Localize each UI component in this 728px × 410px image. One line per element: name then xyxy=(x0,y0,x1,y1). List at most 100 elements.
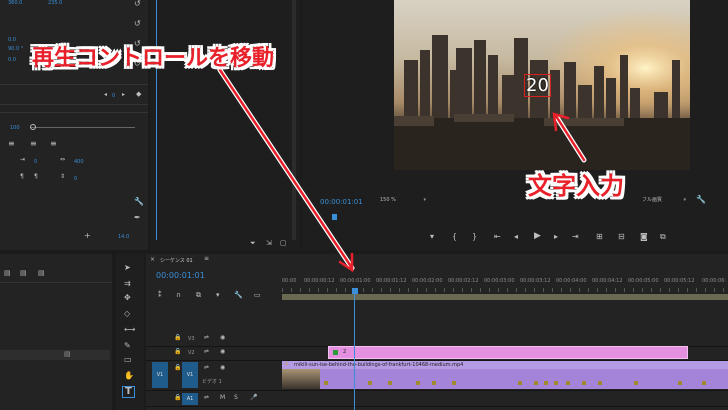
project-row-selected[interactable]: ▤ xyxy=(0,350,110,360)
align-center-icon[interactable]: ≡ xyxy=(30,140,37,148)
effect-timeline-scrollbar[interactable] xyxy=(292,0,296,240)
eye-icon[interactable]: ◉ xyxy=(220,349,225,355)
close-icon[interactable]: × xyxy=(150,257,155,263)
baseline-value[interactable]: 0 xyxy=(74,176,77,182)
align-right-icon[interactable]: ≡ xyxy=(50,140,57,148)
nav-prev-icon[interactable]: ◂ xyxy=(104,92,107,98)
eyedropper-icon[interactable]: ✒ xyxy=(134,214,141,222)
spacing-value[interactable]: 400 xyxy=(74,159,84,165)
track-select-icon[interactable]: ⇉ xyxy=(124,280,131,288)
ripple-edit-icon[interactable]: ✥ xyxy=(124,294,131,302)
reset-icon[interactable]: ↺ xyxy=(134,0,141,8)
mark-out-icon[interactable]: } xyxy=(472,233,477,241)
camera-icon[interactable]: ◙ xyxy=(640,233,648,241)
go-to-out-icon[interactable]: ⇥ xyxy=(572,233,579,241)
align-left-icon[interactable]: ≡ xyxy=(8,140,15,148)
baseline-icon[interactable]: ⇕ xyxy=(60,174,65,180)
zoom-select[interactable]: 150 % ▾ xyxy=(380,196,428,206)
anchor-value[interactable]: 0.0 xyxy=(8,57,16,63)
graphic-clip[interactable]: 2 xyxy=(328,346,688,359)
pen-tool-icon[interactable]: ✎ xyxy=(124,342,131,350)
step-back-icon[interactable]: ◂ xyxy=(514,233,518,241)
play-icon[interactable]: ▶ xyxy=(534,232,541,241)
ruler-label: 00:00:05:00 xyxy=(628,278,659,284)
nest-icon[interactable]: ⁑ xyxy=(158,292,162,299)
track-target-a1[interactable]: A1 xyxy=(182,393,198,405)
export-frame-icon[interactable]: ⇲ xyxy=(266,240,272,247)
monitor-scrubber-head[interactable] xyxy=(332,214,337,220)
rectangle-tool-icon[interactable]: ▭ xyxy=(124,356,132,364)
lock-icon[interactable]: 🔒 xyxy=(174,349,181,355)
opacity-slider[interactable] xyxy=(30,127,135,128)
frame-icon[interactable]: ▢ xyxy=(280,240,287,247)
menu-icon[interactable]: ≡ xyxy=(204,256,209,262)
caption-icon[interactable]: ▭ xyxy=(254,292,261,299)
wrench-icon[interactable]: 🔧 xyxy=(134,198,144,206)
playhead-handle[interactable] xyxy=(352,288,358,294)
sync-icon[interactable]: ⇌ xyxy=(204,335,209,341)
slider-value[interactable]: 100 xyxy=(10,125,20,131)
lock-icon[interactable]: 🔒 xyxy=(174,395,181,401)
snap-icon[interactable]: ∩ xyxy=(176,292,181,299)
paragraph-icon[interactable]: ¶ xyxy=(20,174,24,180)
type-tool-icon[interactable]: T xyxy=(122,386,135,398)
sequence-timecode[interactable]: 00:00:01:01 xyxy=(156,271,205,280)
position-y-value[interactable]: 235.0 xyxy=(48,0,62,6)
library-icon[interactable]: ▤ xyxy=(4,270,11,277)
settings-wrench-icon[interactable]: 🔧 xyxy=(696,196,706,204)
nav-next-icon[interactable]: ▸ xyxy=(122,92,125,98)
sync-icon[interactable]: ⇌ xyxy=(204,349,209,355)
library-icon-3[interactable]: ▤ xyxy=(38,270,45,277)
add-icon[interactable]: + xyxy=(84,232,91,240)
lift-icon[interactable]: ⊞ xyxy=(596,233,603,241)
go-to-in-icon[interactable]: ⇤ xyxy=(494,233,501,241)
opacity-slider-handle[interactable] xyxy=(30,124,36,130)
sync-icon[interactable]: ⇌ xyxy=(204,395,209,401)
timeline-settings-icon[interactable]: 🔧 xyxy=(234,292,243,299)
step-forward-icon[interactable]: ▸ xyxy=(554,233,558,241)
work-area-bar[interactable] xyxy=(282,294,728,300)
sequence-tab[interactable]: シーケンス 01 xyxy=(160,257,193,264)
program-timecode[interactable]: 00:00:01:01 xyxy=(320,198,363,206)
indent-value[interactable]: 0 xyxy=(34,159,37,165)
eye-icon[interactable]: ◉ xyxy=(220,365,225,371)
ruler-label: 00:00:04:00 xyxy=(556,278,587,284)
lock-icon[interactable]: 🔒 xyxy=(174,365,181,371)
razor-tool-icon[interactable]: ◇ xyxy=(124,310,130,318)
slip-tool-icon[interactable]: ⟷ xyxy=(124,326,135,334)
indent-icon[interactable]: ⇥ xyxy=(20,157,25,163)
extract-icon[interactable]: ⊟ xyxy=(618,233,625,241)
mute-icon[interactable]: M xyxy=(220,395,225,401)
video-frame[interactable]: 20 xyxy=(394,0,690,170)
library-icon-2[interactable]: ▤ xyxy=(20,270,27,277)
reset-icon-2[interactable]: ↺ xyxy=(134,20,141,28)
sync-icon[interactable]: ⇌ xyxy=(204,365,209,371)
scale-value[interactable]: 0.0 xyxy=(8,37,16,43)
marker-icon[interactable]: ▾ xyxy=(430,233,434,241)
rotation-value[interactable]: 90.0 ° xyxy=(8,46,23,52)
keyframe-icon[interactable]: ◆ xyxy=(136,91,141,98)
add-marker-icon[interactable]: ▾ xyxy=(216,292,220,299)
microphone-icon[interactable]: 🎤 xyxy=(250,395,257,401)
spacing-icon[interactable]: ⇔ xyxy=(60,157,65,163)
lock-icon[interactable]: 🔒 xyxy=(174,335,181,341)
eye-icon[interactable]: ◉ xyxy=(220,335,225,341)
paragraph-icon-2[interactable]: ¶ xyxy=(34,174,38,180)
resolution-select[interactable]: フル画質 ▾ xyxy=(642,196,688,206)
monitor-scrubber[interactable] xyxy=(320,214,720,220)
track-label[interactable]: V2 xyxy=(188,350,195,356)
text-overlay-box[interactable]: 20 xyxy=(524,74,551,97)
position-x-value[interactable]: 360.0 xyxy=(8,0,22,6)
hand-tool-icon[interactable]: ✋ xyxy=(124,372,134,380)
track-label[interactable]: V3 xyxy=(188,336,195,342)
time-ruler[interactable]: 00:00 00:00:00:12 00:00:01:00 00:00:01:1… xyxy=(282,274,728,296)
video-clip[interactable]: ⚠ mikili-sun-ise-behind-the-buildings-of… xyxy=(282,361,728,389)
track-target-v1[interactable]: V1 xyxy=(182,362,198,388)
filter-icon[interactable]: ⏷ xyxy=(250,240,256,247)
mark-in-icon[interactable]: { xyxy=(452,233,457,241)
source-patch-v1[interactable]: V1 xyxy=(152,362,168,388)
compare-icon[interactable]: ⧉ xyxy=(660,233,666,241)
solo-icon[interactable]: S xyxy=(234,395,238,401)
select-tool-icon[interactable]: ➤ xyxy=(124,264,131,272)
linked-selection-icon[interactable]: ⧉ xyxy=(196,292,201,299)
